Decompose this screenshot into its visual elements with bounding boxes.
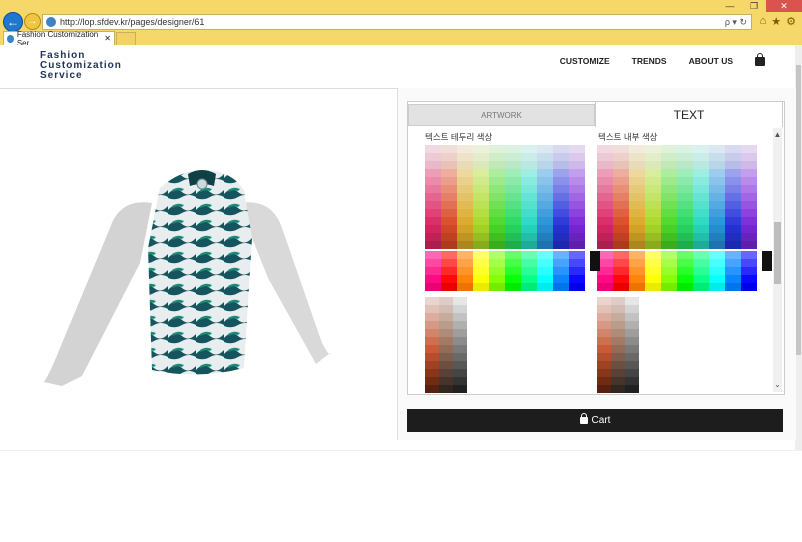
main-nav: CUSTOMIZE TRENDS ABOUT US — [560, 52, 765, 66]
panel-scrollbar[interactable]: ▲ ⌄ — [773, 128, 782, 392]
browser-toolbar: ⌂ ★ ⚙ — [760, 15, 796, 28]
address-bar[interactable]: http://lop.sfdev.kr/pages/designer/61 ρ … — [42, 14, 752, 30]
cart-button-label: Cart — [591, 415, 611, 426]
address-url[interactable]: http://lop.sfdev.kr/pages/designer/61 — [60, 17, 725, 27]
tab-text[interactable]: TEXT — [595, 101, 783, 127]
border-color-palette[interactable] — [425, 145, 585, 395]
panel-scrollbar-thumb[interactable] — [774, 222, 781, 284]
search-refresh-icons[interactable]: ρ ▾ ↻ — [725, 17, 747, 28]
inner-color-palette[interactable] — [597, 145, 757, 395]
close-window-button[interactable]: ✕ — [766, 0, 802, 12]
browser-chrome: — ❐ ✕ ← → http://lop.sfdev.kr/pages/desi… — [0, 0, 802, 48]
minimize-button[interactable]: — — [718, 0, 742, 12]
star-icon[interactable]: ★ — [771, 15, 781, 28]
forward-button[interactable]: → — [24, 13, 41, 30]
cart-button[interactable]: Cart — [407, 409, 783, 432]
nav-customize[interactable]: CUSTOMIZE — [560, 56, 610, 66]
garment-viewer[interactable] — [0, 88, 396, 448]
site-logo[interactable]: Fashion Customization Service — [40, 51, 122, 81]
close-tab-icon[interactable]: ✕ — [104, 34, 111, 43]
label-text-inner-color: 텍스트 내부 색상 — [598, 132, 658, 142]
logo-line-3: Service — [40, 70, 83, 81]
scroll-up-icon[interactable]: ▲ — [773, 130, 782, 139]
border-color-selected-marker — [590, 251, 600, 271]
cart-bag-icon — [579, 413, 588, 424]
window-controls: — ❐ ✕ — [718, 0, 802, 13]
site-favicon-icon — [46, 17, 56, 27]
page-divider — [0, 450, 802, 451]
arrow-right-icon: → — [27, 16, 38, 27]
new-tab-button[interactable] — [116, 32, 136, 46]
scroll-down-icon[interactable]: ⌄ — [773, 380, 782, 389]
home-icon[interactable]: ⌂ — [760, 15, 767, 28]
gear-icon[interactable]: ⚙ — [786, 15, 796, 28]
label-text-border-color: 텍스트 테두리 색상 — [425, 132, 493, 142]
page-scrollbar-thumb[interactable] — [796, 65, 801, 355]
nav-trends[interactable]: TRENDS — [632, 56, 667, 66]
nav-about-us[interactable]: ABOUT US — [689, 56, 733, 66]
browser-tab[interactable]: Fashion Customization Ser... ✕ — [3, 30, 115, 48]
restore-button[interactable]: ❐ — [742, 0, 766, 12]
site-header: Fashion Customization Service CUSTOMIZE … — [0, 45, 795, 89]
tab-artwork[interactable]: ARTWORK — [408, 104, 595, 126]
inner-color-selected-marker — [762, 251, 772, 271]
tab-favicon-icon — [7, 34, 14, 43]
shopping-bag-icon[interactable] — [755, 52, 765, 66]
shirt-preview-image[interactable] — [0, 88, 396, 388]
page-scrollbar[interactable] — [795, 45, 802, 450]
arrow-left-icon: ← — [7, 15, 19, 29]
